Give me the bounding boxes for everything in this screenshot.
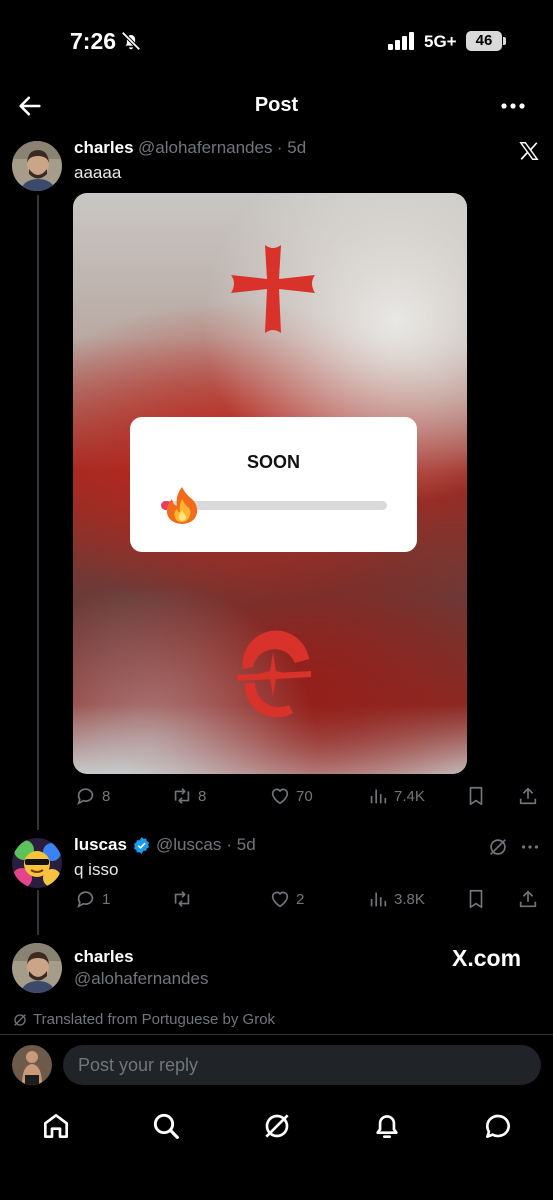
translation-text: Translated from Portuguese by Grok [33,1011,276,1028]
thread-line [37,195,39,830]
bottom-tab-bar [0,1100,553,1200]
like-icon [271,788,289,805]
views-button[interactable]: 7.4K [367,783,425,809]
author-handle[interactable]: @alohafernandes [138,138,272,157]
grok-icon [14,1013,26,1026]
share-icon [519,890,537,908]
network-type: 5G+ [424,32,457,51]
thread-line [37,890,39,935]
reply-count: 1 [102,890,111,908]
author-handle[interactable]: @alohafernandes [74,969,208,989]
more-icon[interactable] [498,94,528,118]
repost-button[interactable] [171,886,198,912]
x-logo-icon[interactable] [518,140,540,162]
avatar [12,1045,52,1085]
author-name[interactable]: charles [74,138,134,157]
grok-icon[interactable] [261,1110,293,1142]
reply-icon [77,891,94,909]
like-count: 70 [296,787,313,805]
bookmark-button[interactable] [465,783,487,809]
home-icon[interactable] [40,1110,72,1142]
reply-button[interactable]: 8 [75,783,110,809]
search-icon[interactable] [150,1110,182,1142]
views-icon [370,789,387,804]
reply-input[interactable]: Post your reply [63,1045,541,1085]
reply-bar: Post your reply [0,1035,553,1095]
like-button[interactable]: 2 [269,886,304,912]
fire-emoji-icon [166,487,198,524]
views-count: 7.4K [394,787,425,805]
views-icon [370,892,387,907]
battery-indicator: 46 [466,31,502,51]
more-icon[interactable] [519,836,541,858]
top-bar: Post [0,82,553,128]
signal-icon [388,32,414,50]
bookmark-icon [469,786,483,806]
views-button[interactable]: 3.8K [367,886,425,912]
post-header: luscas @luscas · 5d [74,835,256,855]
repost-count: 8 [198,787,207,805]
post-text: q isso [74,860,119,879]
avatar[interactable] [12,141,62,191]
share-icon [519,787,537,805]
repost-button[interactable]: 8 [171,783,206,809]
page-title: Post [254,94,299,116]
post-header: charles @alohafernandes · 5d [74,138,306,158]
like-icon [271,891,289,908]
status-time: 7:26 [70,28,117,54]
status-bar: 7:26 5G+ 46 [0,0,553,80]
bookmark-icon [469,889,483,909]
x-com-watermark: X.com [452,945,522,971]
cross-icon [231,245,315,333]
grok-icon[interactable] [487,836,509,858]
battery-nub [503,37,506,45]
reply-button[interactable]: 1 [75,886,110,912]
like-button[interactable]: 70 [269,783,313,809]
author-handle[interactable]: @luscas [156,835,221,855]
notifications-icon[interactable] [371,1110,403,1142]
avatar[interactable] [12,838,62,888]
post-text: aaaaa [74,163,122,182]
countdown-card: SOON [130,417,417,552]
reply-count: 8 [102,787,111,805]
verified-badge-icon [133,836,149,854]
share-button[interactable] [517,783,539,809]
bookmark-button[interactable] [465,886,487,912]
translation-note: Translated from Portuguese by Grok [12,1011,275,1028]
avatar[interactable] [12,943,62,993]
logo-mark-icon [237,630,311,718]
bell-off-icon [121,31,141,51]
countdown-title: SOON [246,452,300,472]
post-time: · 5d [276,138,307,157]
post-media[interactable]: SOON [73,193,467,774]
views-count: 3.8K [394,890,425,908]
reply-icon [77,788,94,806]
post-actions: 1 2 3.8K [73,886,553,912]
repost-icon [174,891,190,907]
author-name[interactable]: luscas [74,835,127,855]
post-time: · 5d [226,835,256,854]
share-button[interactable] [517,886,539,912]
like-count: 2 [296,890,305,908]
repost-icon [174,788,190,804]
messages-icon[interactable] [482,1110,514,1142]
post-actions: 8 8 70 7.4K [73,783,553,809]
author-name[interactable]: charles [74,947,134,967]
